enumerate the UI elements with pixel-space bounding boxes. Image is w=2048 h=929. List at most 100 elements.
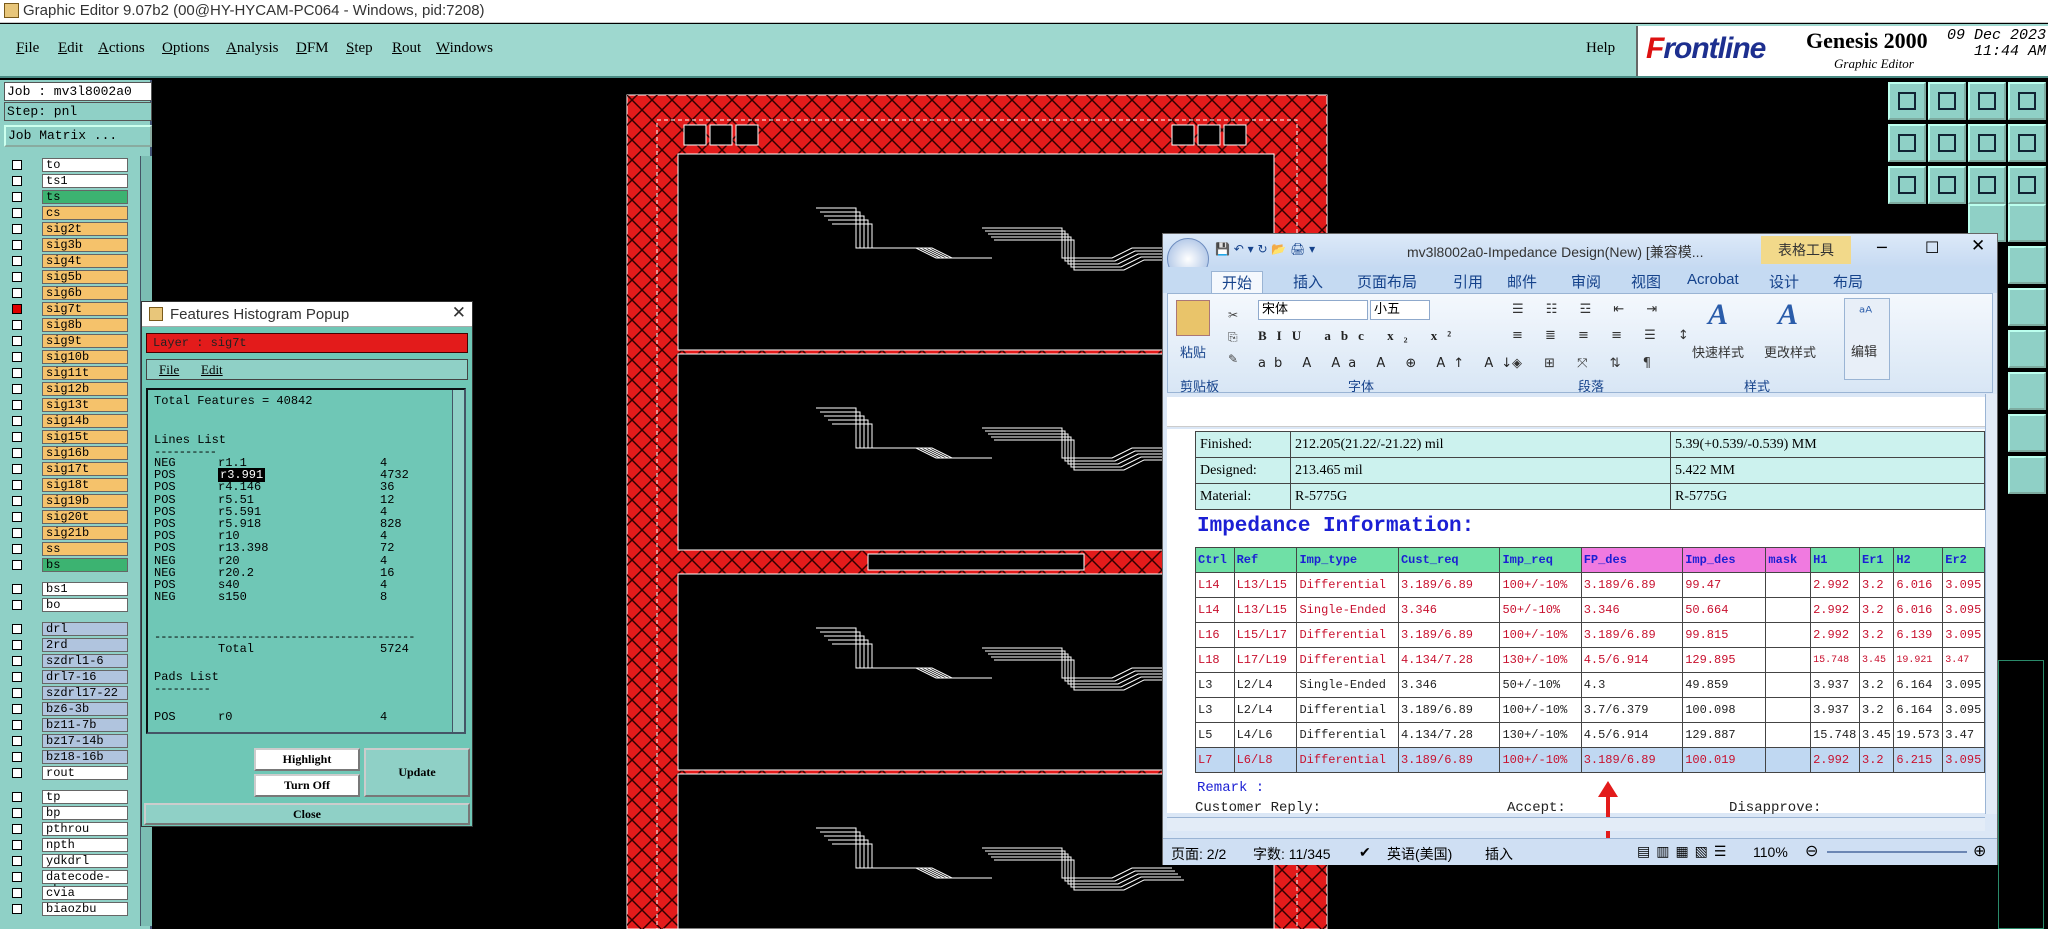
layer-row-sig13t[interactable]: sig13t	[4, 398, 152, 412]
impedance-row[interactable]: L3 L2/L4 Differential 3.189/6.89 100+/-10% 3.…	[1195, 697, 1985, 723]
paste-label[interactable]: 粘贴	[1180, 342, 1206, 361]
paragraph-list-buttons[interactable]: ☰ ☷ ☲ ⇤ ⇥	[1512, 302, 1666, 317]
clipboard-small-icons[interactable]: ✂ ⎘ ✎	[1228, 304, 1238, 370]
layer-row-bz6-3b[interactable]: bz6-3b	[4, 702, 152, 716]
layer-checkbox[interactable]	[12, 160, 22, 170]
layer-checkbox[interactable]	[12, 416, 22, 426]
layer-checkbox[interactable]	[12, 672, 22, 682]
layer-row-ss[interactable]: ss	[4, 542, 152, 556]
layer-name[interactable]: bs	[42, 558, 128, 572]
layer-name[interactable]: drl7-16	[42, 670, 128, 684]
layer-name[interactable]: sig14b	[42, 414, 128, 428]
close-icon[interactable]: ✕	[452, 303, 466, 323]
layer-name[interactable]: ss	[42, 542, 128, 556]
layer-name[interactable]: rout	[42, 766, 128, 780]
layer-row-ydkdrl[interactable]: ydkdrl	[4, 854, 152, 868]
spellcheck-icon[interactable]: ✔	[1359, 844, 1371, 861]
layer-checkbox[interactable]	[12, 320, 22, 330]
layer-checkbox[interactable]	[12, 464, 22, 474]
impedance-row[interactable]: L7 L6/L8 Differential 3.189/6.89 100+/-10% 3.…	[1195, 747, 1985, 773]
layer-checkbox[interactable]	[12, 256, 22, 266]
layer-name[interactable]: bz11-7b	[42, 718, 128, 732]
status-words[interactable]: 字数: 11/345	[1253, 844, 1331, 864]
quick-styles-icon[interactable]: A	[1708, 298, 1728, 332]
layer-checkbox[interactable]	[12, 224, 22, 234]
update-button[interactable]: Update	[364, 748, 470, 797]
layer-name[interactable]: szdrl17-22	[42, 686, 128, 700]
layer-row-sig10b[interactable]: sig10b	[4, 350, 152, 364]
layer-row-bz18-16b[interactable]: bz18-16b	[4, 750, 152, 764]
layer-checkbox[interactable]	[12, 288, 22, 298]
layer-name[interactable]: drl	[42, 622, 128, 636]
highlight-button[interactable]: Highlight	[254, 748, 360, 771]
layer-checkbox[interactable]	[12, 752, 22, 762]
layer-checkbox[interactable]	[12, 304, 22, 314]
layer-checkbox[interactable]	[12, 792, 22, 802]
impedance-row[interactable]: L3 L2/L4 Single-Ended 3.346 50+/-10% 4.3 49.85…	[1195, 672, 1985, 698]
layer-name[interactable]: sig17t	[42, 462, 128, 476]
layer-name[interactable]: npth	[42, 838, 128, 852]
layer-row-tp[interactable]: tp	[4, 790, 152, 804]
layer-name[interactable]: ts	[42, 190, 128, 204]
center-icon[interactable]	[1928, 166, 1966, 204]
copy-icon[interactable]	[2008, 372, 2046, 410]
snap-icon[interactable]	[1968, 124, 2006, 162]
layer-name[interactable]: ts1	[42, 174, 128, 188]
layer-row-sig21b[interactable]: sig21b	[4, 526, 152, 540]
house-icon[interactable]	[1968, 82, 2006, 120]
font-name-select[interactable]: 宋体	[1258, 300, 1368, 320]
layer-row-bs[interactable]: bs	[4, 558, 152, 572]
layer-name[interactable]: bz18-16b	[42, 750, 128, 764]
fit-icon[interactable]	[1888, 166, 1926, 204]
layer-row-sig9t[interactable]: sig9t	[4, 334, 152, 348]
layer-name[interactable]: sig9t	[42, 334, 128, 348]
maximize-icon[interactable]: ☐	[1925, 238, 1939, 257]
layer-checkbox[interactable]	[12, 352, 22, 362]
layer-row-rout[interactable]: rout	[4, 766, 152, 780]
layer-checkbox[interactable]	[12, 600, 22, 610]
layer-name[interactable]: to	[42, 158, 128, 172]
impedance-row[interactable]: L18 L17/L19 Differential 4.134/7.28 130+/-10…	[1195, 647, 1985, 673]
layer-name[interactable]: bp	[42, 806, 128, 820]
layer-name[interactable]: sig4t	[42, 254, 128, 268]
layer-name[interactable]: sig7t	[42, 302, 128, 316]
ribbon-tab-1[interactable]: 插入	[1293, 271, 1323, 292]
layer-checkbox[interactable]	[12, 720, 22, 730]
editing-group[interactable]: ᵃᴬ 编辑	[1844, 298, 1890, 380]
circle-icon[interactable]	[2008, 246, 2046, 284]
layer-checkbox[interactable]	[12, 808, 22, 818]
layer-checkbox[interactable]	[12, 904, 22, 914]
job-matrix-button[interactable]: Job Matrix ...	[4, 125, 152, 147]
minimize-icon[interactable]: ─	[1877, 238, 1887, 257]
impedance-row[interactable]: L14 L13/L15 Differential 3.189/6.89 100+/-10…	[1195, 572, 1985, 598]
zoom-out-icon[interactable]: ⊖	[1805, 841, 1818, 861]
menu-file[interactable]: File	[16, 40, 39, 57]
layer-name[interactable]: bz6-3b	[42, 702, 128, 716]
quick-styles-label[interactable]: 快速样式	[1692, 342, 1744, 361]
layer-checkbox[interactable]	[12, 560, 22, 570]
layer-checkbox[interactable]	[12, 768, 22, 778]
layer-name[interactable]: szdrl1-6	[42, 654, 128, 668]
quick-access-toolbar[interactable]: 💾 ↶ ▾ ↻ 📂 🖨 ▾	[1215, 242, 1315, 256]
font-color-buttons[interactable]: ab A Aa A ⊕ A↑ A↓	[1258, 356, 1520, 371]
layer-row-sig16b[interactable]: sig16b	[4, 446, 152, 460]
route-icon[interactable]	[2008, 288, 2046, 326]
layer-row-sig4t[interactable]: sig4t	[4, 254, 152, 268]
layer-row-sig11t[interactable]: sig11t	[4, 366, 152, 380]
layer-tool-icon[interactable]	[2008, 204, 2046, 242]
layer-row-bz17-14b[interactable]: bz17-14b	[4, 734, 152, 748]
layer-name[interactable]: pthrou	[42, 822, 128, 836]
layer-row-sig14b[interactable]: sig14b	[4, 414, 152, 428]
layer-checkbox[interactable]	[12, 824, 22, 834]
layer-checkbox[interactable]	[12, 384, 22, 394]
layer-row-sig19b[interactable]: sig19b	[4, 494, 152, 508]
layer-checkbox[interactable]	[12, 584, 22, 594]
line-sym[interactable]: s150	[218, 590, 247, 604]
layer-row-sig5b[interactable]: sig5b	[4, 270, 152, 284]
zoom-slider[interactable]	[1827, 851, 1967, 853]
layer-name[interactable]: sig20t	[42, 510, 128, 524]
layer-name[interactable]: biaozbu	[42, 902, 128, 916]
layer-row-cvia[interactable]: cvia	[4, 886, 152, 900]
font-size-select[interactable]: 小五	[1370, 300, 1430, 320]
layer-row-szdrl1-6[interactable]: szdrl1-6	[4, 654, 152, 668]
